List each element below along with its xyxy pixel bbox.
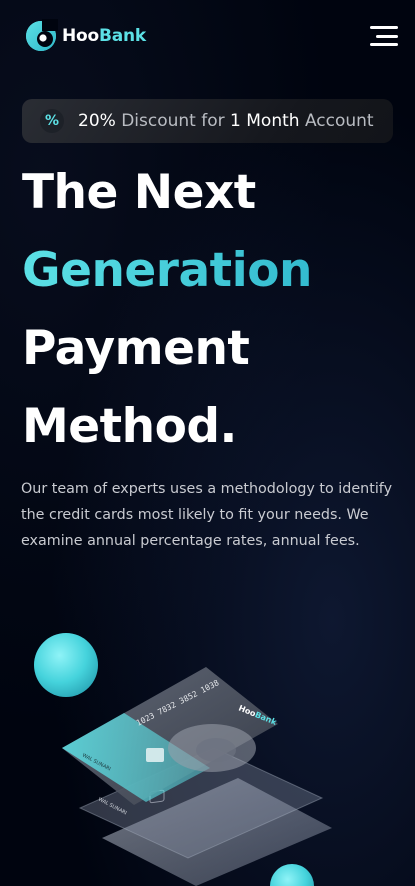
navbar: HooBank	[24, 18, 398, 54]
logo-text-hoo: Hoo	[62, 26, 99, 46]
chip-icon	[146, 748, 164, 762]
hero-heading: The Next Generation Payment Method.	[22, 154, 313, 466]
card-emboss-inner	[196, 738, 236, 762]
discount-account: Account	[304, 111, 374, 131]
hero-description: Our team of experts uses a methodology t…	[21, 481, 393, 549]
logo[interactable]: HooBank	[24, 19, 146, 53]
sphere-left	[34, 633, 98, 697]
sphere-bottom	[270, 864, 314, 886]
hero-line-4: Method.	[22, 399, 237, 454]
menu-line	[370, 26, 398, 29]
logo-text-bank: Bank	[99, 26, 147, 46]
hoobank-logo-icon	[26, 19, 58, 51]
hero-line-1: The Next	[22, 165, 256, 220]
hero-line-2: Generation	[22, 232, 313, 310]
discount-banner: % 20% Discount for 1 Month Account	[22, 99, 393, 143]
discount-label: Discount for	[121, 111, 225, 131]
hamburger-menu-icon[interactable]	[370, 26, 398, 46]
hero-illustration: 1023 7832 3852 1038 HooBank WAL SUNARI W…	[34, 633, 332, 886]
discount-duration: 1 Month	[230, 111, 300, 131]
logo-text: HooBank	[62, 26, 146, 46]
discount-text: 20% Discount for 1 Month Account	[78, 111, 374, 131]
discount-percent: 20%	[78, 111, 116, 131]
menu-line	[370, 43, 398, 46]
hero-line-3: Payment	[22, 321, 250, 376]
discount-percent-icon: %	[40, 109, 64, 133]
menu-line	[376, 34, 398, 38]
